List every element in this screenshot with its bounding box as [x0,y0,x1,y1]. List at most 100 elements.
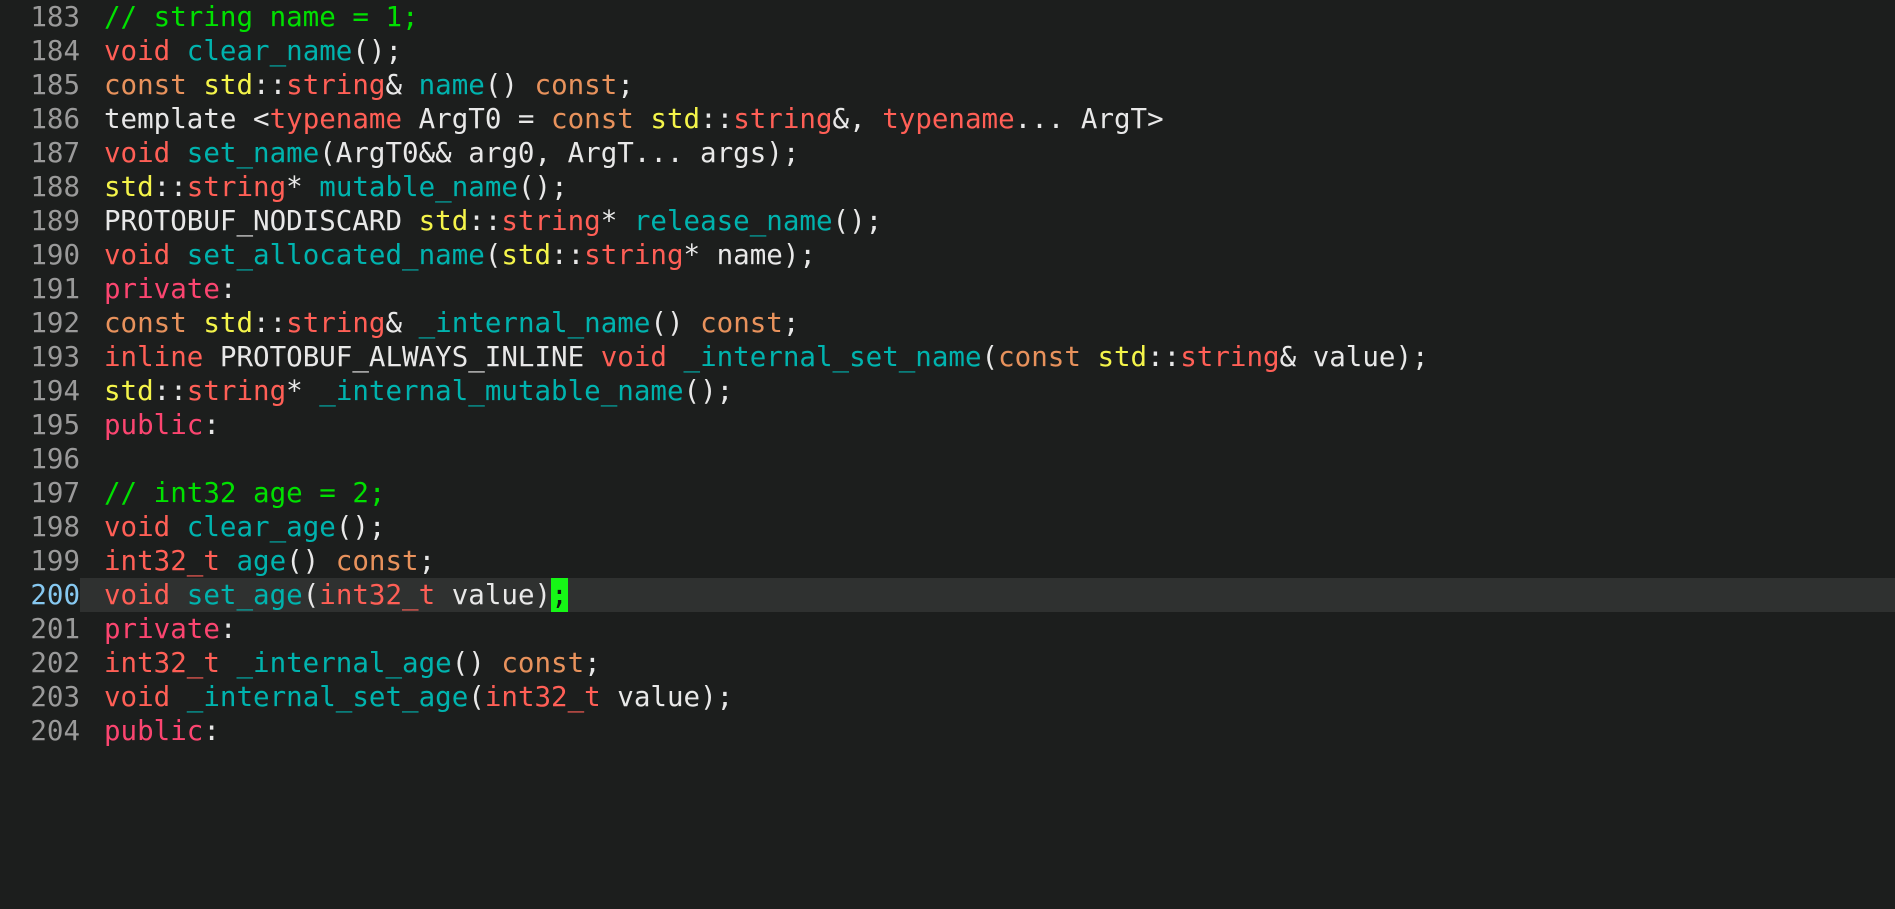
code-token: typename [269,103,403,135]
code-token: :: [468,205,502,237]
code-token: & [385,69,419,101]
code-token: std [650,103,701,135]
line-number: 196 [0,442,80,476]
line-number: 187 [0,136,80,170]
code-line-text[interactable]: int32_t age() const; [80,544,1895,578]
code-line-text[interactable]: PROTOBUF_NODISCARD std::string* release_… [80,204,1895,238]
code-line-text[interactable]: void _internal_set_age(int32_t value); [80,680,1895,714]
line-number: 201 [0,612,80,646]
code-line[interactable]: 184 void clear_name(); [0,34,1895,68]
code-token: & [385,307,419,339]
code-token: typename [882,103,1015,135]
code-line-text[interactable]: std::string* mutable_name(); [80,170,1895,204]
line-number: 204 [0,714,80,748]
code-line-text[interactable]: inline PROTOBUF_ALWAYS_INLINE void _inte… [80,340,1895,374]
code-line[interactable]: 183 // string name = 1; [0,0,1895,34]
code-line[interactable]: 201 private: [0,612,1895,646]
code-line-text[interactable]: int32_t _internal_age() const; [80,646,1895,680]
code-line-text[interactable]: public: [80,714,1895,748]
code-token: () [451,647,502,679]
code-token: int32_t [319,579,436,611]
code-line-text[interactable]: void clear_name(); [80,34,1895,68]
code-token: const [998,341,1098,373]
code-token: mutable_name [319,171,518,203]
code-token: string [286,69,386,101]
code-token: void [104,579,187,611]
line-number: 190 [0,238,80,272]
code-token: * [286,171,320,203]
code-line[interactable]: 196 [0,442,1895,476]
code-editor[interactable]: 183// string name = 1; 184 void clear_name… [0,0,1895,909]
code-line[interactable]: 198 void clear_age(); [0,510,1895,544]
code-token: std [418,205,469,237]
code-line[interactable]: 194 std::string* _internal_mutable_name()… [0,374,1895,408]
code-line-text[interactable]: // string name = 1; [80,0,1895,34]
code-line[interactable]: 187 void set_name(ArgT0&& arg0, ArgT... a… [0,136,1895,170]
code-token: private [104,273,220,305]
code-line-text[interactable] [80,442,1895,476]
code-token: std [1097,341,1148,373]
code-line[interactable]: 190 void set_allocated_name(std::string* … [0,238,1895,272]
code-token: ; [782,307,800,339]
code-token: release_name [633,205,833,237]
code-token: name [418,69,485,101]
code-token: string [286,307,386,339]
code-line[interactable]: 204 public: [0,714,1895,748]
code-line-text[interactable]: const std::string& _internal_name() cons… [80,306,1895,340]
code-line-text[interactable]: void clear_age(); [80,510,1895,544]
code-line-text[interactable]: void set_allocated_name(std::string* nam… [80,238,1895,272]
code-line[interactable]: 203 void _internal_set_age(int32_t value)… [0,680,1895,714]
code-token: (ArgT0&& arg0, ArgT... args); [319,137,800,169]
code-line[interactable]: 188 std::string* mutable_name(); [0,170,1895,204]
code-token: std [203,307,254,339]
code-line[interactable]: 192 const std::string& _internal_name() c… [0,306,1895,340]
code-line[interactable]: 186 template <typename ArgT0 = const std:… [0,102,1895,136]
code-token: : [203,715,220,747]
code-token: & value); [1279,341,1429,373]
code-line-text[interactable]: std::string* _internal_mutable_name(); [80,374,1895,408]
line-number: 191 [0,272,80,306]
code-token: set_name [186,137,320,169]
code-token: void [104,239,187,271]
code-line-text[interactable]: void set_age(int32_t value); [80,578,1895,612]
code-token: :: [551,239,585,271]
code-line-current[interactable]: 200 void set_age(int32_t value); [0,578,1895,612]
code-token: _internal_set_name [683,341,982,373]
code-line-text[interactable]: private: [80,612,1895,646]
code-line[interactable]: 195 public: [0,408,1895,442]
code-token: &, [832,103,883,135]
code-token: // string name = 1; [104,1,419,33]
code-token: () [484,69,535,101]
code-token: string [501,205,601,237]
code-token: ( [468,681,485,713]
code-line[interactable]: 185 const std::string& name() const; [0,68,1895,102]
code-line[interactable]: 197 // int32 age = 2; [0,476,1895,510]
code-token: std [104,171,154,203]
code-token: ; [617,69,634,101]
code-line[interactable]: 193 inline PROTOBUF_ALWAYS_INLINE void _i… [0,340,1895,374]
line-number: 199 [0,544,80,578]
code-line[interactable]: 189 PROTOBUF_NODISCARD std::string* relea… [0,204,1895,238]
line-number: 203 [0,680,80,714]
code-token: PROTOBUF_ALWAYS_INLINE [219,341,601,373]
code-line[interactable]: 199 int32_t age() const; [0,544,1895,578]
code-token: value); [600,681,734,713]
code-token: const [104,69,204,101]
line-number: 200 [0,578,80,612]
code-token: const [335,545,419,577]
code-token: (); [683,375,734,407]
line-number: 197 [0,476,80,510]
code-line-text[interactable]: public: [80,408,1895,442]
code-token: PROTOBUF_NODISCARD [104,205,419,237]
code-token: set_allocated_name [186,239,485,271]
code-line-text[interactable]: template <typename ArgT0 = const std::st… [80,102,1895,136]
code-line-text[interactable]: void set_name(ArgT0&& arg0, ArgT... args… [80,136,1895,170]
code-line[interactable]: 202 int32_t _internal_age() const; [0,646,1895,680]
code-line[interactable]: 191 private: [0,272,1895,306]
code-line-text[interactable]: const std::string& name() const; [80,68,1895,102]
line-number: 184 [0,34,80,68]
code-line-text[interactable]: // int32 age = 2; [80,476,1895,510]
code-line-text[interactable]: private: [80,272,1895,306]
line-number: 183 [0,0,80,34]
code-token: * [600,205,634,237]
